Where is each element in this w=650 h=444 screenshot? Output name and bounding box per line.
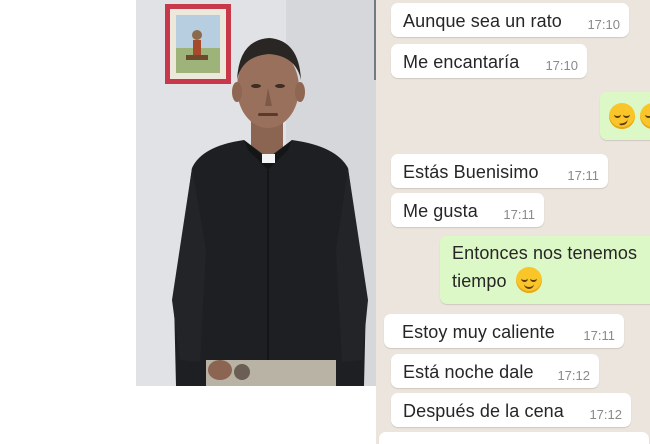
message-time: 17:11: [503, 207, 535, 222]
smirking-face-icon: [640, 103, 650, 129]
message-time: 17:11: [583, 328, 615, 343]
message-time: 17:12: [557, 368, 590, 383]
message-text: Está noche dale: [403, 362, 534, 382]
message-bubble: Estoy muy caliente 17:11: [384, 314, 624, 348]
message-text: Estás Buenisimo: [403, 162, 539, 182]
message-time: 17:10: [545, 58, 578, 73]
chat-screenshot: Aunque sea un rato 17:10 Me encantaría 1…: [376, 0, 650, 444]
message-bubble: Después de la cena 17:12: [391, 393, 631, 427]
message-bubble: Aunque sea un rato 17:10: [391, 3, 629, 37]
message-text-line-2: tiempo: [452, 267, 542, 294]
message-time: 17:12: [589, 407, 622, 422]
message-bubble: Me encantaría 17:10: [391, 44, 587, 78]
message-text: Me encantaría: [403, 52, 520, 72]
photo-illustration: [136, 0, 376, 386]
message-text: Estoy muy caliente: [402, 322, 555, 342]
message-time: 17:10: [587, 17, 620, 32]
message-text: Aunque sea un rato: [403, 11, 562, 31]
message-time: 17:11: [567, 168, 599, 183]
smirking-face-icon: [609, 103, 635, 129]
message-text: Entonces nos tenemos: [452, 243, 638, 263]
framed-painting: [165, 4, 231, 84]
message-bubble-partial: [379, 432, 649, 444]
outgoing-emoji-bubble: [600, 92, 650, 140]
relieved-face-icon: [515, 267, 542, 294]
message-bubble: Está noche dale 17:12: [391, 354, 599, 388]
outgoing-message-bubble: Entonces nos tenemos tiempo: [440, 236, 650, 304]
message-bubble: Me gusta 17:11: [391, 193, 544, 227]
message-bubble: Estás Buenisimo 17:11: [391, 154, 608, 188]
message-text: Me gusta: [403, 201, 478, 221]
message-text: Después de la cena: [403, 401, 564, 421]
priest-photo: [136, 0, 376, 386]
